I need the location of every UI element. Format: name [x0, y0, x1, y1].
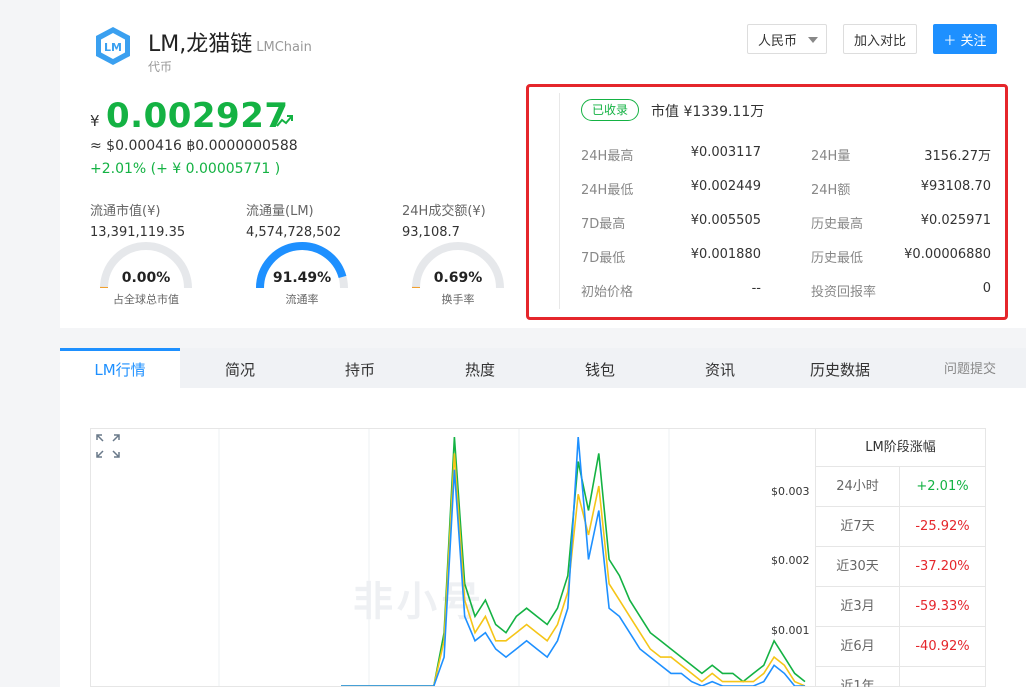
market-stat-value: ¥0.00006880 [904, 247, 991, 262]
price-chart: 非小号 $0.003 $0.002 $0.001 [90, 428, 816, 687]
trend-up-icon [276, 115, 293, 127]
coin-title: LM,龙猫链 LMChain [148, 32, 312, 57]
market-stat-label: 24H最高 [581, 149, 634, 164]
market-stat-value: 3156.27万 [924, 149, 991, 164]
gauge-turnover-rate: 0.69% 换手率 [410, 240, 506, 308]
listed-badge: 已收录 [581, 99, 640, 121]
market-stat-label: 7D最低 [581, 251, 626, 266]
market-stat-label: 投资回报率 [811, 285, 877, 300]
market-stat-label: 历史最低 [811, 251, 864, 266]
market-stat-value: ¥0.003117 [690, 145, 761, 160]
chart-plot-area [218, 429, 806, 686]
market-stat-label: 24H最低 [581, 183, 634, 198]
follow-button[interactable]: ＋ 关注 [933, 24, 997, 54]
period-label: 近3月 [816, 587, 900, 626]
period-label: 近30天 [816, 547, 900, 586]
tab-news[interactable]: 资讯 [660, 348, 780, 388]
performance-title: LM阶段涨幅 [816, 429, 985, 467]
gauge-circulation-rate: 91.49% 流通率 [254, 240, 350, 308]
currency-select[interactable]: 人民币 [747, 24, 827, 54]
market-section: 非小号 $0.003 $0.002 $0.001 LM阶段涨幅 24小时 +2.0… [60, 388, 1026, 687]
y-tick-label: $0.003 [771, 485, 810, 498]
price-conversion: ≈ $0.000416 ฿0.0000000588 [90, 138, 298, 154]
price-series-line [341, 437, 805, 686]
coin-logo-icon: LM [96, 27, 130, 65]
period-change [900, 667, 985, 687]
market-stat-value: ¥0.025971 [920, 213, 991, 228]
stat-supply: 流通量(LM) 4,574,728,502 [246, 204, 342, 240]
period-label: 24小时 [816, 467, 900, 506]
market-stat-value: ¥0.005505 [690, 213, 761, 228]
period-change: -40.92% [915, 639, 970, 654]
tab-bar: LM行情 简况 持币 热度 钱包 资讯 历史数据 问题提交 [60, 348, 1026, 388]
market-stat-value: ¥93108.70 [920, 179, 991, 194]
performance-row: 近6月 -40.92% [816, 627, 985, 667]
price-change: +2.01% (+ ¥ 0.00005771 ) [90, 161, 281, 177]
chevron-down-icon [808, 37, 818, 43]
market-stat-label: 7D最高 [581, 217, 626, 232]
period-change: -25.92% [915, 519, 970, 534]
performance-row: 24小时 +2.01% [816, 467, 985, 507]
gauge-global-share: 0.00% 占全球总市值 [98, 240, 194, 308]
period-change: +2.01% [916, 479, 969, 494]
tab-holders[interactable]: 持币 [300, 348, 420, 388]
market-stat-label: 初始价格 [581, 285, 634, 300]
market-stat-value: ¥0.002449 [690, 179, 761, 194]
performance-row: 近7天 -25.92% [816, 507, 985, 547]
market-stat-value: ¥0.001880 [690, 247, 761, 262]
coin-category: 代币 [148, 60, 173, 74]
period-change: -37.20% [915, 559, 970, 574]
y-tick-label: $0.001 [771, 624, 810, 637]
y-tick-label: $0.002 [771, 554, 810, 567]
performance-row: 近3月 -59.33% [816, 587, 985, 627]
price-series-line [341, 437, 806, 686]
market-stat-label: 历史最高 [811, 217, 864, 232]
market-stat-label: 24H额 [811, 183, 851, 198]
price-series-line [341, 453, 806, 686]
coin-subtitle: LMChain [256, 40, 312, 55]
performance-row: 近1年 [816, 667, 985, 687]
stat-volume: 24H成交额(¥) 93,108.7 [402, 204, 486, 240]
performance-row: 近30天 -37.20% [816, 547, 985, 587]
tab-market[interactable]: LM行情 [60, 348, 180, 388]
market-stat-value: -- [751, 281, 761, 296]
tab-heat[interactable]: 热度 [420, 348, 540, 388]
market-stats-panel: 已收录 市值 ¥1339.11万 24H最高 ¥0.003117 24H量 3156.… [526, 84, 1008, 320]
current-price: 0.002927 [106, 96, 289, 136]
stat-market-cap: 流通市值(¥) 13,391,119.35 [90, 204, 186, 240]
period-label: 近6月 [816, 627, 900, 666]
currency-symbol: ¥ [90, 112, 100, 130]
period-label: 近7天 [816, 507, 900, 546]
period-label: 近1年 [816, 667, 900, 687]
compare-button[interactable]: 加入对比 [843, 24, 917, 54]
tab-overview[interactable]: 简况 [180, 348, 300, 388]
divider [559, 93, 560, 309]
tab-wallet[interactable]: 钱包 [540, 348, 660, 388]
market-cap-summary: 市值 ¥1339.11万 [651, 104, 765, 120]
performance-table: LM阶段涨幅 24小时 +2.01% 近7天 -25.92% 近30天 -37.20% 近3… [816, 428, 986, 687]
period-change: -59.33% [915, 599, 970, 614]
market-stat-label: 24H量 [811, 149, 851, 164]
svg-text:LM: LM [104, 41, 122, 54]
market-stat-value: 0 [982, 281, 991, 296]
coin-overview-card: LM LM,龙猫链 LMChain 代币 人民币 加入对比 ＋ 关注 ¥ 0.00… [60, 0, 1026, 328]
tab-history[interactable]: 历史数据 [780, 348, 900, 388]
report-issue-link[interactable]: 问题提交 [930, 348, 1010, 388]
